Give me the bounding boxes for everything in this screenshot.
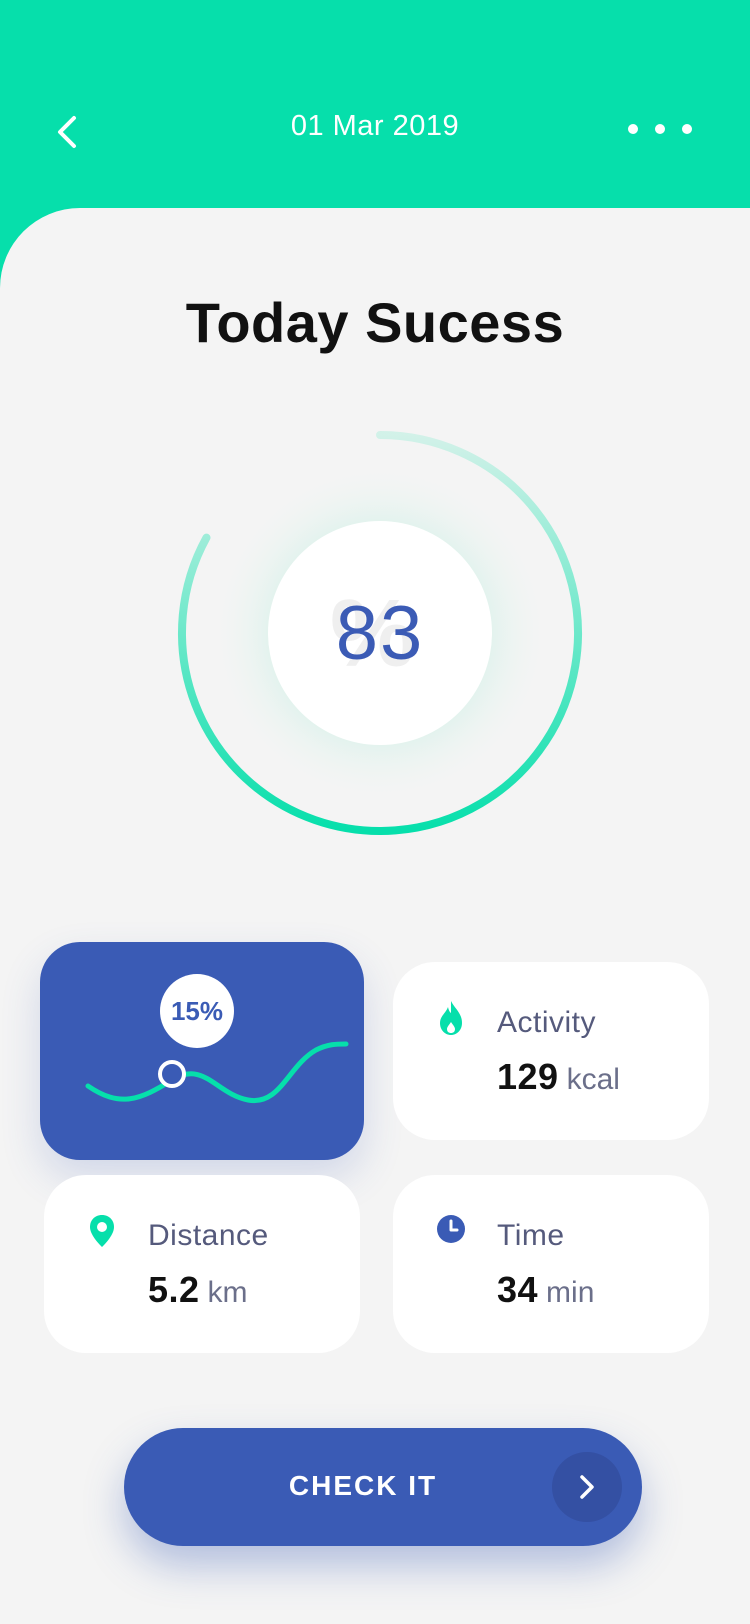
activity-unit: kcal [566,1063,620,1096]
app-header: 01 Mar 2019 [0,0,750,230]
time-card[interactable]: Time 34 min [393,1175,709,1353]
location-pin-icon [90,1215,114,1247]
activity-card[interactable]: Activity 129 kcal [393,962,709,1140]
content-sheet: Today Sucess % 83 15% Activity 129 kcal … [0,208,750,1624]
trend-percent: 15% [160,974,234,1048]
distance-value-row: 5.2 km [148,1269,248,1311]
distance-value: 5.2 [148,1269,200,1310]
cta-arrow-circle [552,1452,622,1522]
more-dot [628,124,638,134]
chevron-right-icon [580,1475,594,1499]
more-dot [655,124,665,134]
time-unit: min [546,1276,595,1309]
activity-label: Activity [497,1006,597,1039]
trend-card[interactable]: 15% [40,942,364,1160]
check-it-label: CHECK IT [288,1470,438,1501]
score-value: 83 [335,590,425,676]
distance-label: Distance [148,1219,269,1252]
time-value: 34 [497,1269,539,1310]
distance-unit: km [207,1276,248,1309]
check-it-button[interactable]: CHECK IT [124,1428,642,1546]
distance-card[interactable]: Distance 5.2 km [44,1175,360,1353]
clock-icon [437,1215,465,1243]
more-dot [682,124,692,134]
activity-value-row: 129 kcal [497,1056,620,1098]
time-value-row: 34 min [497,1269,594,1311]
trend-marker [158,1060,186,1088]
flame-icon [440,1001,462,1035]
more-button[interactable] [628,118,692,140]
time-label: Time [497,1219,565,1252]
activity-value: 129 [497,1056,559,1097]
score-circle: % 83 [268,521,492,745]
